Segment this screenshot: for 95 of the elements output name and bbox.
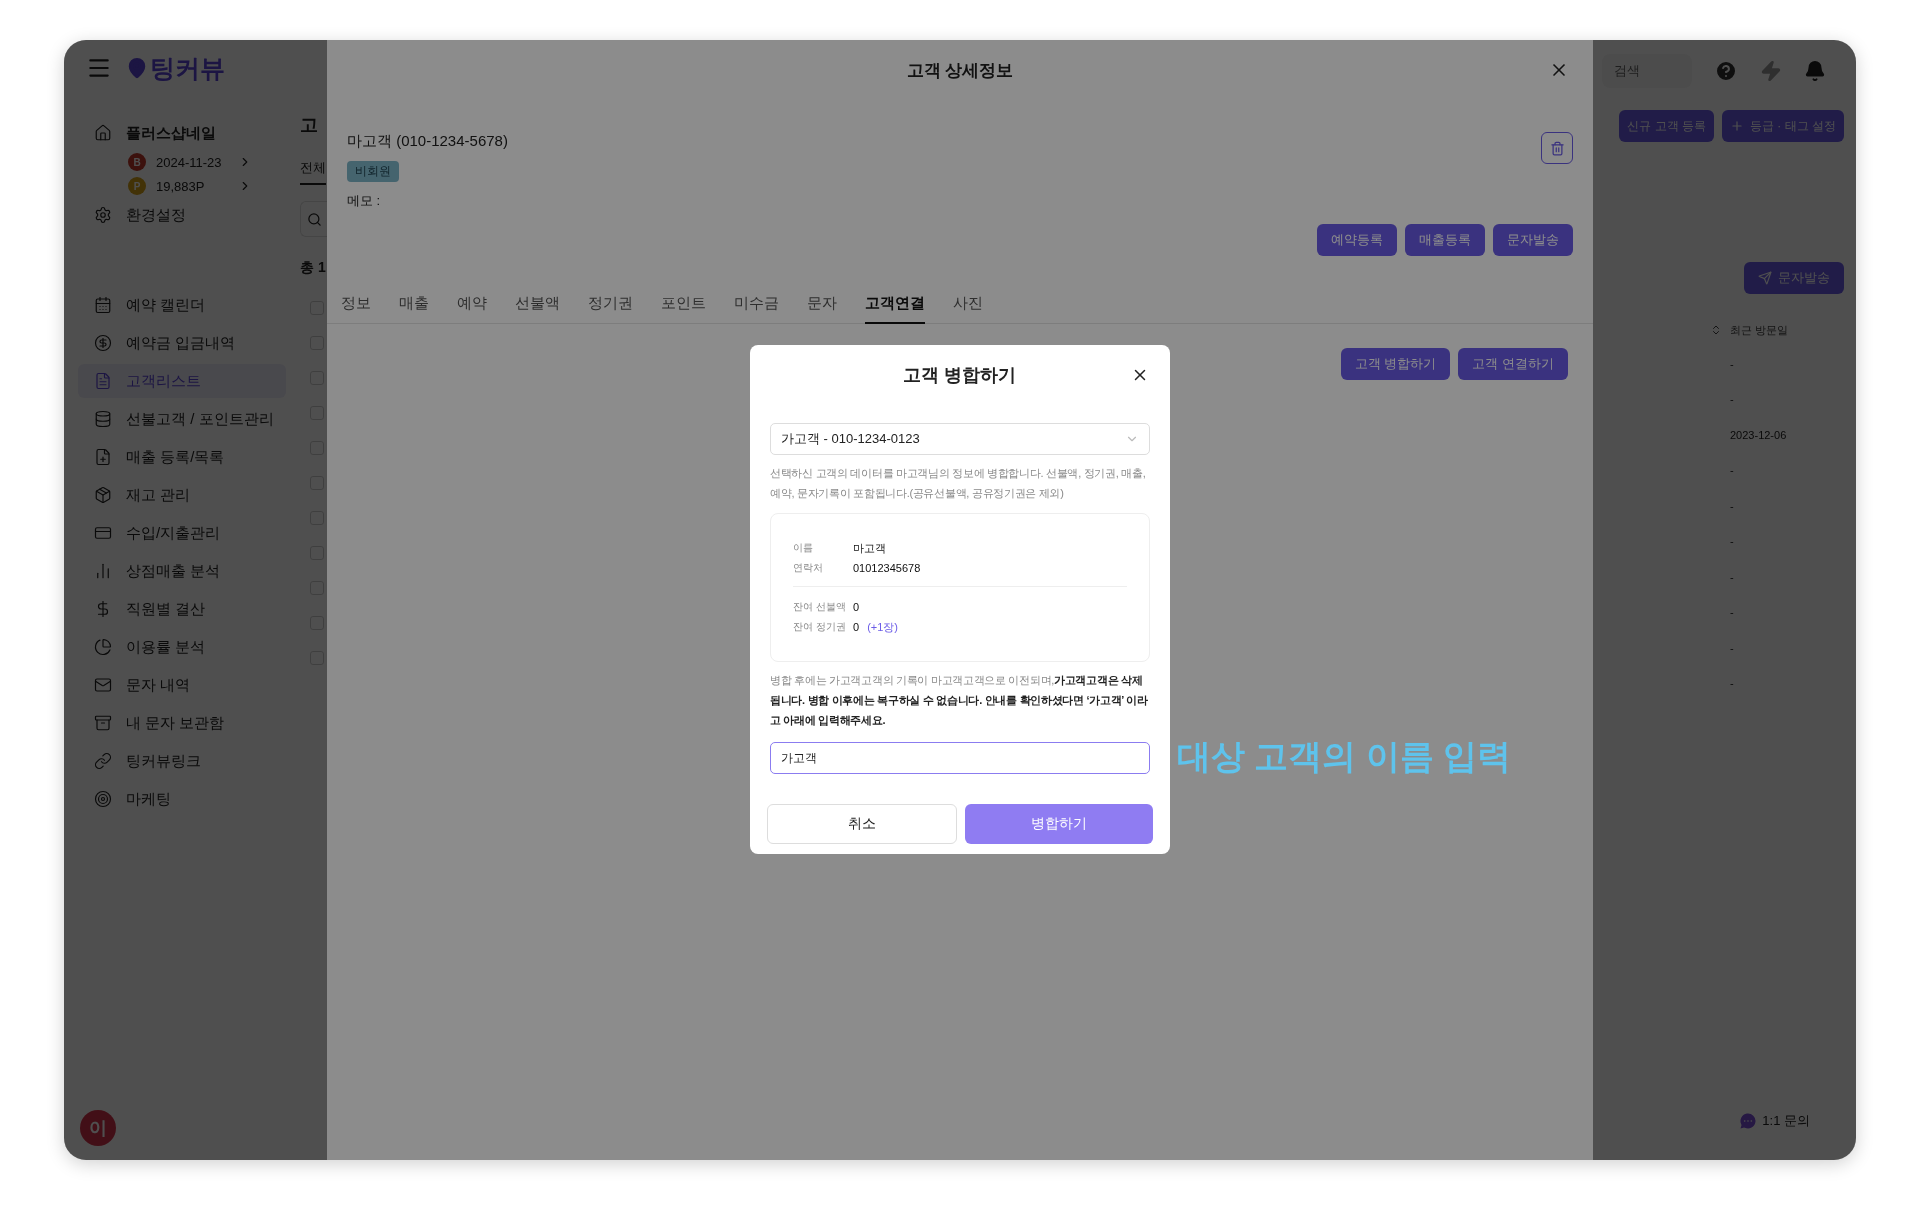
merge-description: 선택하신 고객의 데이터를 마고객님의 정보에 병합합니다. 선불액, 정기권, 매출, 예약, 문자기록이 포함됩니다.(공유선불액, 공유정기권은 제외) — [770, 466, 1147, 501]
action-button[interactable]: 문자발송 — [1493, 224, 1573, 256]
nav-item[interactable]: 이용률 분석 — [78, 630, 286, 664]
info-value: 0 — [853, 621, 860, 633]
detail-tab[interactable]: 선불액 — [515, 290, 560, 324]
nav-item[interactable]: 매출 등록/목록 — [78, 440, 286, 474]
point-badge: P — [128, 177, 146, 195]
detail-tab[interactable]: 매출 — [399, 290, 429, 324]
member-badge: 비회원 — [347, 161, 399, 182]
nav-item[interactable]: 상점매출 분석 — [78, 554, 286, 588]
table-cell-text: - — [1729, 392, 1735, 408]
document-icon — [94, 372, 112, 390]
detail-tab[interactable]: 고객연결 — [865, 290, 925, 324]
table-cell-text: - — [1729, 463, 1735, 479]
pie-chart-icon — [94, 638, 112, 656]
action-button[interactable]: 예약등록 — [1317, 224, 1397, 256]
detail-tab[interactable]: 정보 — [341, 290, 371, 324]
ticket-extra: (+1장) — [867, 619, 898, 635]
detail-tab[interactable]: 사진 — [953, 290, 983, 324]
dialog-title: 고객 병합하기 — [903, 364, 1017, 387]
detail-tab[interactable]: 문자 — [807, 290, 837, 324]
table-cell-text: - — [1729, 498, 1735, 514]
app-logo: 팅커뷰 — [126, 51, 225, 85]
inquiry-chat-button[interactable]: 1:1 문의 — [1732, 1110, 1816, 1132]
info-label: 잔여 정기권 — [793, 620, 847, 634]
modal-title: 고객 상세정보 — [906, 59, 1014, 82]
bell-icon[interactable] — [1804, 60, 1826, 82]
nav-item[interactable]: 내 문자 보관함 — [78, 706, 286, 740]
home-icon[interactable] — [94, 124, 112, 142]
detail-tab[interactable]: 예약 — [457, 290, 487, 324]
nav-item[interactable]: 수입/지출관리 — [78, 516, 286, 550]
expiry-date: 2024-11-23 — [156, 154, 223, 170]
grade-badge: B — [128, 153, 146, 171]
memo-label: 메모 : — [347, 192, 381, 210]
detail-tab[interactable]: 미수금 — [734, 290, 779, 324]
trash-icon — [1549, 140, 1565, 156]
annotation-text: 대상 고객의 이름 입력 — [1177, 736, 1512, 777]
nav-item[interactable]: 재고 관리 — [78, 478, 286, 512]
coin-icon — [94, 334, 112, 352]
nav-item[interactable]: 마케팅 — [78, 782, 286, 816]
card-icon — [94, 524, 112, 542]
page-title: 고 — [300, 114, 319, 137]
send-icon — [1758, 271, 1772, 285]
total-count: 총 1 — [300, 259, 327, 277]
table-cell-text: - — [1729, 676, 1735, 692]
calendar-icon — [94, 296, 112, 314]
cancel-button[interactable]: 취소 — [767, 804, 957, 844]
table-cell-text: - — [1729, 356, 1735, 372]
nav-item[interactable]: 직원별 결산 — [78, 592, 286, 626]
nav-item[interactable]: 선불고객 / 포인트관리 — [78, 402, 286, 436]
gear-icon — [94, 206, 112, 224]
box-icon — [94, 486, 112, 504]
archive-icon — [94, 714, 112, 732]
table-cell-text: 2023-12-06 — [1729, 427, 1788, 443]
merge-button[interactable]: 병합하기 — [965, 804, 1153, 844]
table-cell-text: - — [1729, 605, 1735, 621]
nav-item[interactable]: 예약금 입금내역 — [78, 326, 286, 360]
info-label: 연락처 — [793, 561, 824, 575]
help-icon[interactable] — [1714, 59, 1738, 83]
customer-link-button[interactable]: 고객 연결하기 — [1458, 348, 1568, 380]
user-avatar[interactable]: 이 — [80, 1110, 116, 1146]
mail-icon — [94, 676, 112, 694]
action-button[interactable]: 매출등록 — [1405, 224, 1485, 256]
detail-tab[interactable]: 정기권 — [588, 290, 633, 324]
delete-button[interactable] — [1541, 132, 1573, 164]
lightning-icon[interactable] — [1760, 60, 1782, 82]
table-cell-text: - — [1729, 534, 1735, 550]
target-icon — [94, 790, 112, 808]
sort-icon[interactable] — [1710, 324, 1722, 336]
search-icon — [307, 211, 322, 227]
nav-item[interactable]: 예약 캘린더 — [78, 288, 286, 322]
info-value: 0 — [853, 601, 860, 613]
info-value: 01012345678 — [853, 562, 921, 574]
database-icon — [94, 410, 112, 428]
info-label: 잔여 선불액 — [793, 600, 847, 614]
file-plus-icon — [94, 448, 112, 466]
info-label: 이름 — [793, 541, 814, 555]
point-balance: 19,883P — [156, 178, 206, 194]
customer-select[interactable]: 가고객 - 010-1234-0123 — [770, 423, 1150, 455]
customer-link-button[interactable]: 고객 병합하기 — [1340, 348, 1451, 380]
plus-icon — [1730, 119, 1744, 133]
merge-warning: 병합 후에는 가고객고객의 기록이 마고객고객으로 이전되며,가고객고객은 삭제됩니다. 병합 이후에는 복구하실 수 없습니다. 안내를 확인하셨다면 ‘가고객’ 이라고 아래에 입력해주세요. — [770, 673, 1149, 728]
name-input-field[interactable]: 가고객 — [770, 742, 1150, 774]
chat-icon — [1738, 1111, 1759, 1131]
table-cell-text: - — [1729, 569, 1735, 585]
detail-tab[interactable]: 포인트 — [661, 290, 706, 324]
nav-item[interactable]: 팅커뷰링크 — [78, 744, 286, 778]
nav-item[interactable]: 문자 내역 — [78, 668, 286, 702]
info-value: 마고객 — [853, 540, 886, 556]
link-icon — [94, 752, 112, 770]
bar-chart-icon — [94, 562, 112, 580]
table-cell-text: - — [1729, 640, 1735, 656]
nav-item[interactable]: 환경설정 — [78, 198, 286, 232]
customer-name: 마고객 (010-1234-5678) — [347, 132, 508, 151]
store-name: 플러스샵네일 — [126, 123, 216, 143]
